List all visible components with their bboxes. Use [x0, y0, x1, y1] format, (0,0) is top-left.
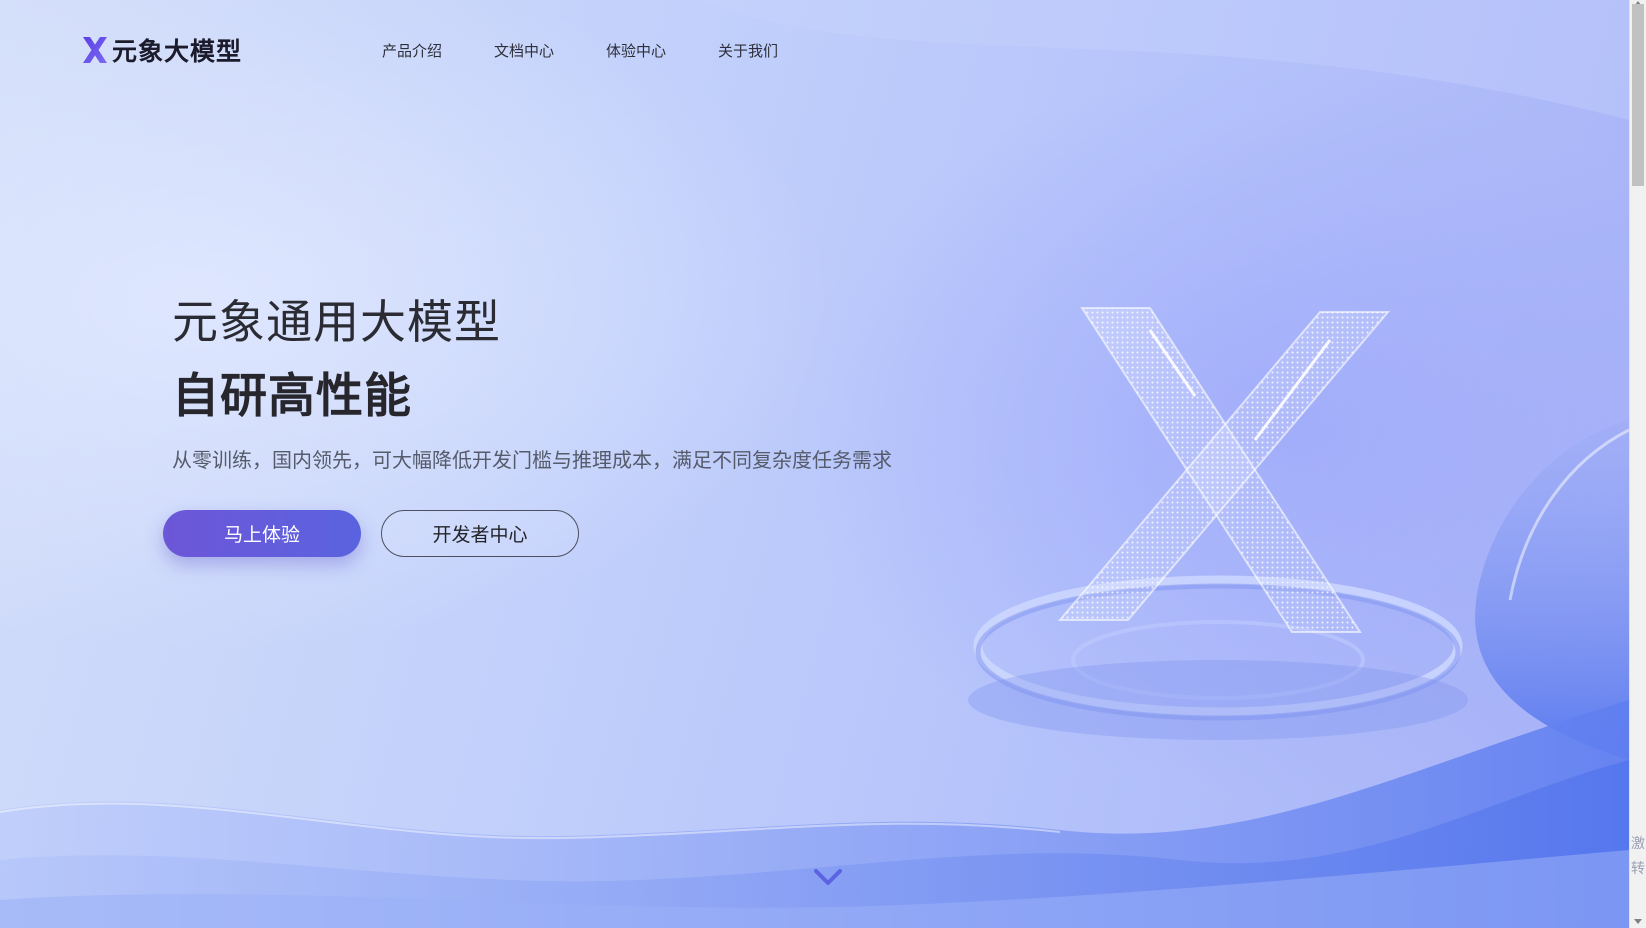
hero-description: 从零训练，国内领先，可大幅降低开发门槛与推理成本，满足不同复杂度任务需求 — [172, 448, 892, 472]
x-logo-icon — [83, 37, 107, 63]
nav-item-about[interactable]: 关于我们 — [718, 40, 778, 61]
side-tab-char-1: 激 — [1631, 836, 1645, 852]
nav-item-experience[interactable]: 体验中心 — [606, 40, 666, 61]
side-floating-tab[interactable]: 激 转 — [1630, 832, 1646, 882]
main-nav: 产品介绍 文档中心 体验中心 关于我们 — [382, 40, 830, 61]
developer-center-button[interactable]: 开发者中心 — [381, 510, 579, 557]
logo-text: 元象大模型 — [112, 37, 243, 66]
hero-title: 元象通用大模型 — [172, 295, 501, 349]
site-logo[interactable]: 元象大模型 — [82, 32, 242, 68]
side-tab-char-2: 转 — [1631, 861, 1645, 877]
chevron-down-icon[interactable] — [812, 866, 844, 888]
hero-headline: 自研高性能 — [172, 369, 412, 424]
page-scrollbar[interactable] — [1629, 0, 1646, 928]
nav-item-docs[interactable]: 文档中心 — [494, 40, 554, 61]
scrollbar-thumb[interactable] — [1632, 4, 1644, 186]
try-now-button[interactable]: 马上体验 — [163, 510, 361, 557]
page-viewport: 元象大模型 产品介绍 文档中心 体验中心 关于我们 元象通用大模型 自研高性能 … — [0, 0, 1629, 928]
scroll-down-arrow-icon[interactable] — [1634, 919, 1642, 924]
nav-item-product[interactable]: 产品介绍 — [382, 40, 442, 61]
